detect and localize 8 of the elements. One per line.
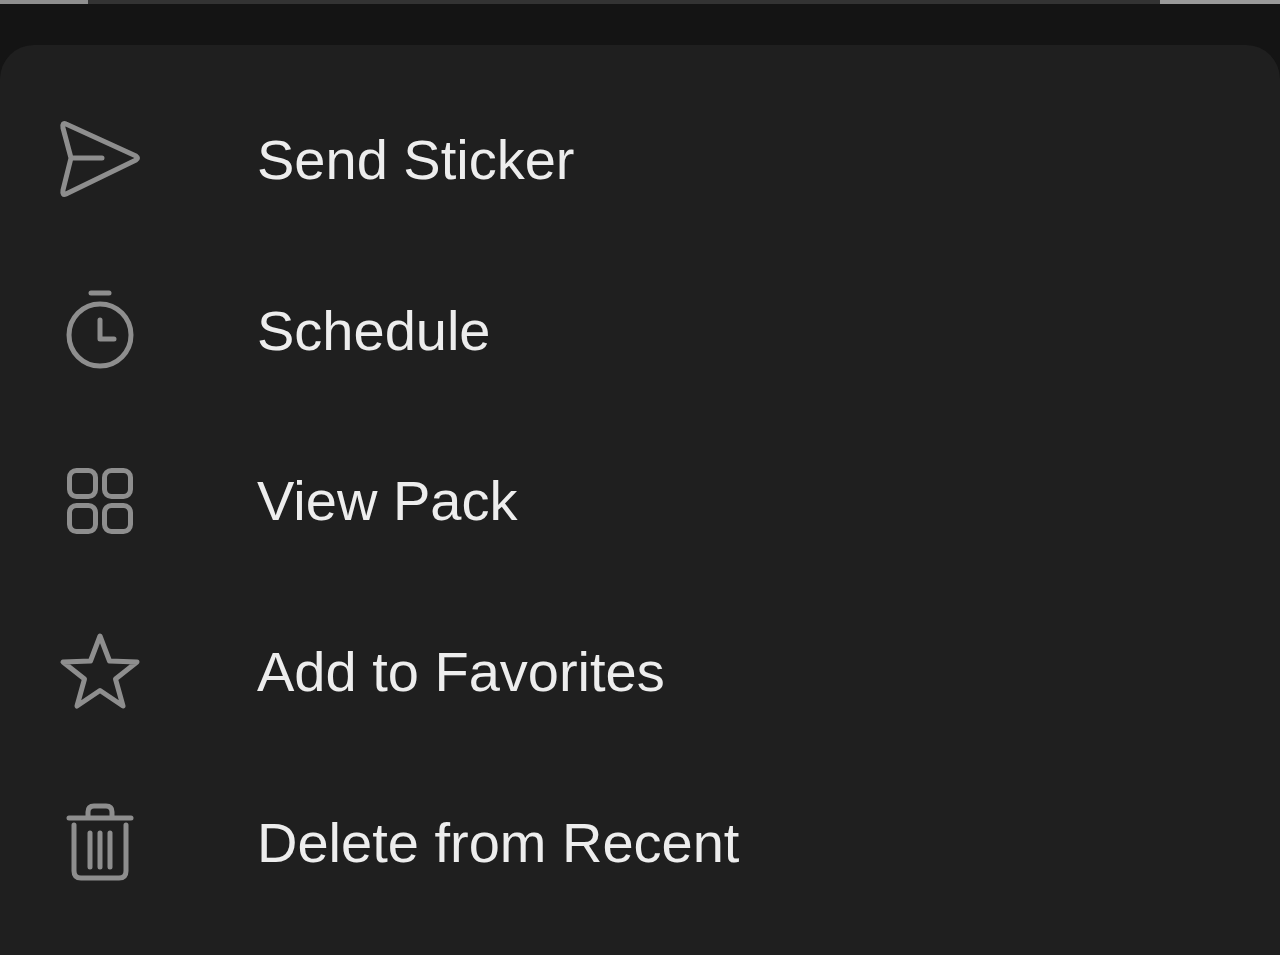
- trash-icon: [66, 803, 134, 882]
- menu-item[interactable]: Delete from Recent: [0, 757, 1280, 928]
- grid-icon: [67, 467, 133, 534]
- menu-item[interactable]: Send Sticker: [0, 74, 1280, 245]
- menu-item[interactable]: Add to Favorites: [0, 586, 1280, 757]
- star-icon: [58, 631, 142, 712]
- menu-item[interactable]: Schedule: [0, 244, 1280, 416]
- menu-item[interactable]: View Pack: [0, 415, 1280, 587]
